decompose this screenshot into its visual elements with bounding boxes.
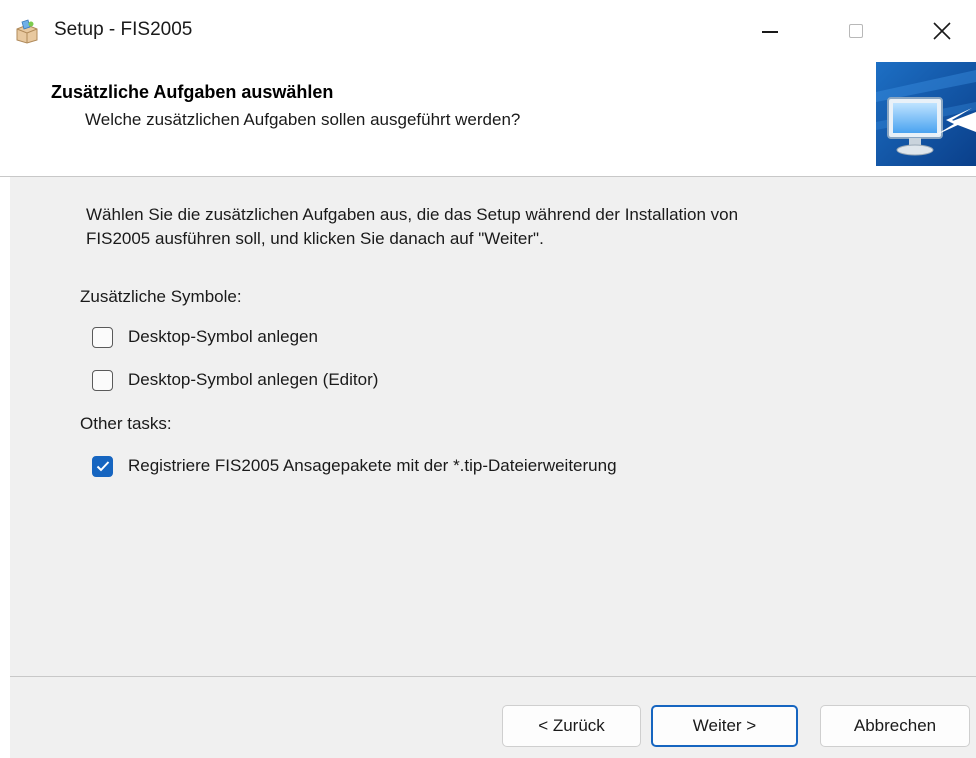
task-label: Desktop-Symbol anlegen (Editor) [128, 370, 379, 389]
intro-text: Wählen Sie die zusätzlichen Aufgaben aus… [86, 203, 946, 251]
next-button[interactable]: Weiter > [651, 705, 798, 747]
cancel-button[interactable]: Abbrechen [820, 705, 970, 747]
close-button[interactable] [912, 0, 972, 62]
minimize-icon [762, 31, 778, 33]
checkbox[interactable] [92, 369, 113, 391]
checkbox[interactable] [92, 326, 113, 348]
tasks-panel: Wählen Sie die zusätzlichen Aufgaben aus… [10, 177, 976, 676]
group-label-symbols: Zusätzliche Symbole: [80, 287, 242, 306]
maximize-button[interactable] [826, 0, 886, 62]
checkmark-icon [96, 461, 109, 472]
task-label: Registriere FIS2005 Ansagepakete mit der… [128, 456, 617, 475]
close-icon [933, 22, 951, 40]
title-bar: Setup - FIS2005 [0, 0, 976, 62]
setup-package-icon [14, 18, 40, 44]
page-subtitle: Welche zusätzlichen Aufgaben sollen ausg… [85, 110, 521, 129]
checkbox-checked[interactable] [92, 455, 113, 477]
group-label-other: Other tasks: [80, 414, 172, 433]
maximize-icon [849, 24, 863, 38]
minimize-button[interactable] [740, 0, 800, 62]
back-button[interactable]: < Zurück [502, 705, 641, 747]
page-title: Zusätzliche Aufgaben auswählen [51, 82, 334, 102]
intro-line-1: Wählen Sie die zusätzlichen Aufgaben aus… [86, 205, 739, 224]
task-register-tip-extension[interactable]: Registriere FIS2005 Ansagepakete mit der… [92, 454, 617, 478]
task-desktop-icon[interactable]: Desktop-Symbol anlegen [92, 325, 318, 349]
task-desktop-icon-editor[interactable]: Desktop-Symbol anlegen (Editor) [92, 368, 378, 392]
task-label: Desktop-Symbol anlegen [128, 327, 318, 346]
intro-line-2: FIS2005 ausführen soll, und klicken Sie … [86, 229, 544, 248]
wizard-footer: < Zurück Weiter > Abbrechen [10, 677, 976, 758]
wizard-header: Zusätzliche Aufgaben auswählen Welche zu… [0, 62, 976, 176]
window-title: Setup - FIS2005 [54, 19, 193, 40]
monitor-arrow-icon [876, 62, 976, 166]
